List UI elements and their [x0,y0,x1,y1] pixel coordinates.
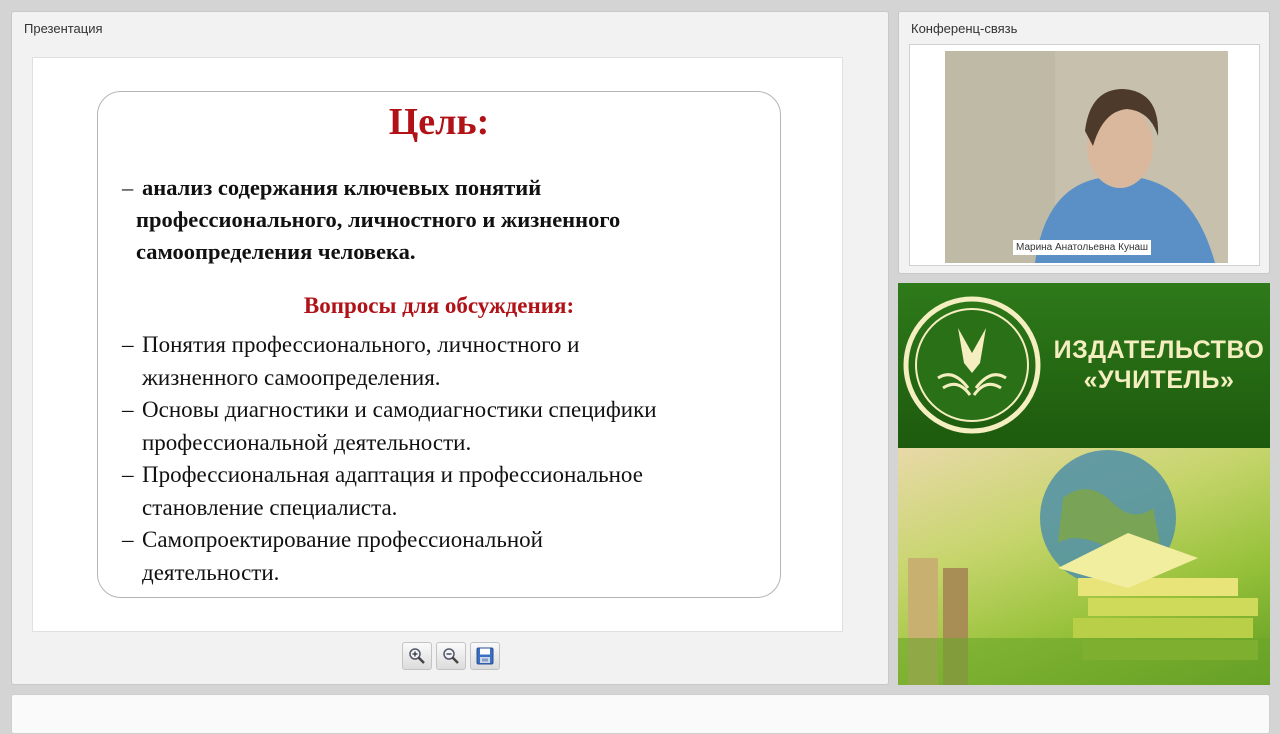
floppy-disk-icon [476,647,494,665]
goal-dash: – [122,175,134,200]
question-dash: – [122,397,134,422]
publisher-name-line1: ИЗДАТЕЛЬСТВО [1053,336,1265,364]
publisher-name-line2: «УЧИТЕЛЬ» [1083,366,1235,394]
question-text-line1: Самопроектирование профессиональной [142,527,543,552]
save-button[interactable] [470,642,500,670]
slide-viewport: Цель: – анализ содержания ключевых понят… [32,57,843,632]
question-text-line1: Основы диагностики и самодиагностики спе… [142,397,657,422]
publisher-banner-top: ИЗДАТЕЛЬСТВО «УЧИТЕЛЬ» [898,283,1270,448]
question-text-line2: жизненного самоопределения. [142,364,441,390]
question-dash: – [122,332,134,357]
question-text-line2: деятельности. [142,559,280,585]
zoom-in-button[interactable] [402,642,432,670]
goal-text-3: самоопределения человека. [136,239,416,264]
presentation-panel-title: Презентация [24,21,103,36]
conference-panel: Конференц-связь Марина Анатольевна Кунаш [898,11,1270,274]
publisher-name: ИЗДАТЕЛЬСТВО «УЧИТЕЛЬ» [1048,335,1270,395]
question-text-line1: Понятия профессионального, личностного и [142,332,580,357]
question-dash: – [122,462,134,487]
books-and-globe-illustration [898,450,1270,685]
goal-text-2: профессионального, личностного и жизненн… [136,207,621,232]
slide-content: Цель: – анализ содержания ключевых понят… [97,91,781,598]
question-dash: – [122,527,134,552]
questions-heading: Вопросы для обсуждения: [303,293,575,318]
question-text-line1: Профессиональная адаптация и профессиона… [142,462,643,487]
speaker-video[interactable]: Марина Анатольевна Кунаш [945,51,1228,263]
video-frame: Марина Анатольевна Кунаш [909,44,1260,266]
publisher-banner-image [898,448,1270,685]
zoom-out-icon [443,648,459,664]
presentation-toolbar [402,642,500,672]
question-text-line2: становление специалиста. [142,494,398,520]
speaker-silhouette [945,51,1228,263]
conference-panel-title: Конференц-связь [911,21,1018,36]
bottom-panel [11,694,1270,734]
goal-text-1: анализ содержания ключевых понятий [142,175,542,200]
zoom-out-button[interactable] [436,642,466,670]
speaker-name-label: Марина Анатольевна Кунаш [1013,240,1152,255]
presentation-panel: Презентация Цель: – анализ содержания кл… [11,11,889,685]
publisher-logo-icon [903,296,1041,434]
slide-heading: Цель: [388,101,490,143]
publisher-banner[interactable]: ИЗДАТЕЛЬСТВО «УЧИТЕЛЬ» [898,283,1270,685]
zoom-in-icon [409,648,425,664]
question-text-line2: профессиональной деятельности. [142,429,472,455]
